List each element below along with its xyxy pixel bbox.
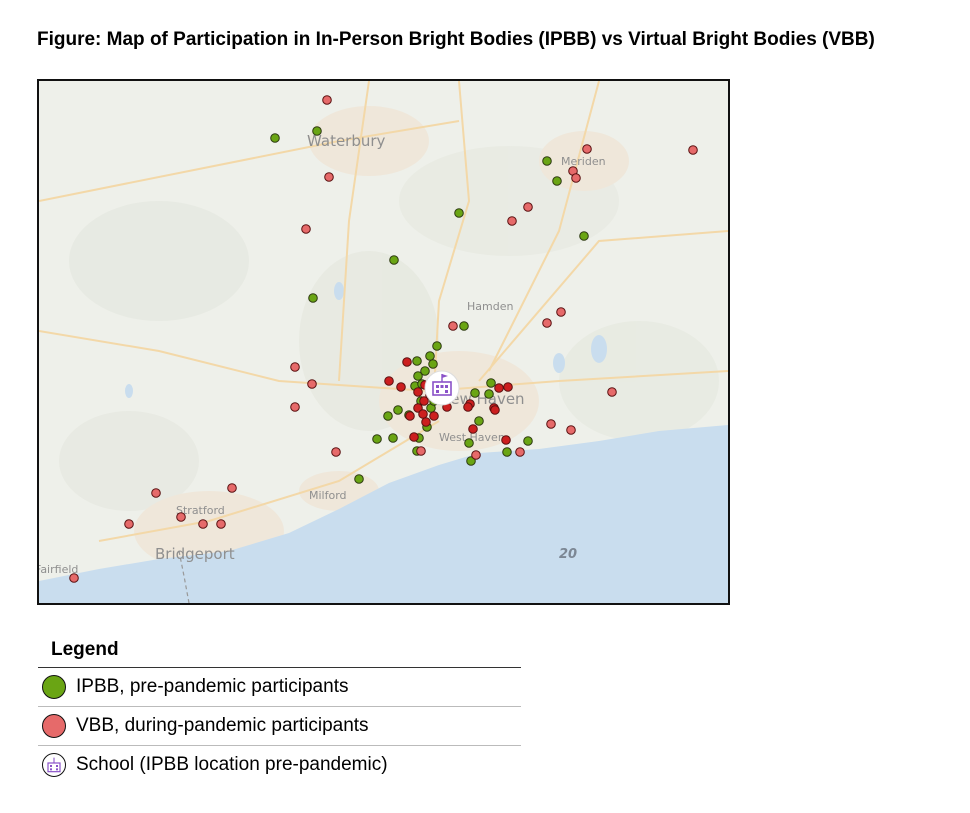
ipbb-participant-point <box>486 378 496 388</box>
vbb-participant-point <box>582 144 592 154</box>
vbb-participant-point <box>501 435 511 445</box>
vbb-participant-point <box>418 409 428 419</box>
vbb-participant-point <box>290 362 300 372</box>
ipbb-participant-point <box>308 293 318 303</box>
ipbb-participant-point <box>372 434 382 444</box>
vbb-participant-point <box>151 488 161 498</box>
vbb-participant-point <box>290 402 300 412</box>
vbb-participant-point <box>307 379 317 389</box>
ipbb-participant-point <box>523 436 533 446</box>
vbb-participant-point <box>556 307 566 317</box>
participation-map[interactable]: Waterbury Meriden Hamden New Haven West … <box>37 79 730 605</box>
green-dot-icon <box>42 675 66 699</box>
ipbb-participant-point <box>354 474 364 484</box>
vbb-participant-point <box>216 519 226 529</box>
ipbb-participant-point <box>388 433 398 443</box>
ipbb-participant-point <box>470 388 480 398</box>
vbb-participant-point <box>331 447 341 457</box>
vbb-participant-point <box>471 450 481 460</box>
ipbb-participant-point <box>464 438 474 448</box>
vbb-participant-point <box>688 145 698 155</box>
vbb-participant-point <box>503 382 513 392</box>
school-building-icon <box>42 753 66 777</box>
ipbb-participant-point <box>484 389 494 399</box>
ipbb-participant-point <box>579 231 589 241</box>
ipbb-participant-point <box>270 133 280 143</box>
ipbb-participant-point <box>425 351 435 361</box>
place-label-milford: Milford <box>309 489 347 502</box>
vbb-participant-point <box>419 396 429 406</box>
ipbb-participant-point <box>412 356 422 366</box>
vbb-participant-point <box>515 447 525 457</box>
vbb-participant-point <box>507 216 517 226</box>
legend-label-ipbb: IPBB, pre-pandemic participants <box>76 676 349 697</box>
vbb-participant-point <box>396 382 406 392</box>
vbb-participant-point <box>301 224 311 234</box>
vbb-participant-point <box>409 432 419 442</box>
vbb-participant-point <box>490 405 500 415</box>
vbb-participant-point <box>607 387 617 397</box>
legend-item-school: School (IPBB location pre-pandemic) <box>38 746 521 784</box>
ipbb-participant-point <box>502 447 512 457</box>
ipbb-participant-point <box>474 416 484 426</box>
vbb-participant-point <box>494 383 504 393</box>
ipbb-participant-point <box>459 321 469 331</box>
vbb-participant-point <box>546 419 556 429</box>
vbb-participant-point <box>463 402 473 412</box>
vbb-participant-point <box>413 387 423 397</box>
vbb-participant-point <box>468 424 478 434</box>
place-label-meriden: Meriden <box>561 155 606 168</box>
legend-title: Legend <box>38 635 521 668</box>
place-label-bridgeport: Bridgeport <box>155 545 235 563</box>
ipbb-participant-point <box>389 255 399 265</box>
ipbb-participant-point <box>542 156 552 166</box>
legend-label-school: School (IPBB location pre-pandemic) <box>76 754 388 775</box>
vbb-participant-point <box>322 95 332 105</box>
red-dot-icon <box>42 714 66 738</box>
vbb-participant-point <box>566 425 576 435</box>
vbb-participant-point <box>176 512 186 522</box>
vbb-participant-point <box>124 519 134 529</box>
vbb-participant-point <box>69 573 79 583</box>
vbb-participant-point <box>405 411 415 421</box>
school-marker[interactable] <box>424 370 460 406</box>
ipbb-participant-point <box>432 341 442 351</box>
vbb-participant-point <box>198 519 208 529</box>
ipbb-participant-point <box>428 359 438 369</box>
vbb-participant-point <box>227 483 237 493</box>
ipbb-participant-point <box>413 371 423 381</box>
vbb-participant-point <box>402 357 412 367</box>
vbb-participant-point <box>571 173 581 183</box>
ipbb-participant-point <box>393 405 403 415</box>
vbb-participant-point <box>421 417 431 427</box>
legend-item-vbb: VBB, during-pandemic participants <box>38 707 521 746</box>
vbb-participant-point <box>416 446 426 456</box>
vbb-participant-point <box>542 318 552 328</box>
figure-title: Figure: Map of Participation in In-Perso… <box>37 29 875 50</box>
vbb-participant-point <box>324 172 334 182</box>
ipbb-participant-point <box>383 411 393 421</box>
place-label-hamden: Hamden <box>467 300 513 313</box>
map-canvas: Waterbury Meriden Hamden New Haven West … <box>39 81 728 603</box>
ipbb-participant-point <box>454 208 464 218</box>
ipbb-participant-point <box>312 126 322 136</box>
legend-item-ipbb: IPBB, pre-pandemic participants <box>38 668 521 707</box>
map-legend: Legend IPBB, pre-pandemic participants V… <box>38 635 521 784</box>
vbb-participant-point <box>448 321 458 331</box>
legend-label-vbb: VBB, during-pandemic participants <box>76 715 369 736</box>
route-label: 20 <box>559 547 577 562</box>
ipbb-participant-point <box>552 176 562 186</box>
vbb-participant-point <box>429 411 439 421</box>
vbb-participant-point <box>523 202 533 212</box>
vbb-participant-point <box>384 376 394 386</box>
